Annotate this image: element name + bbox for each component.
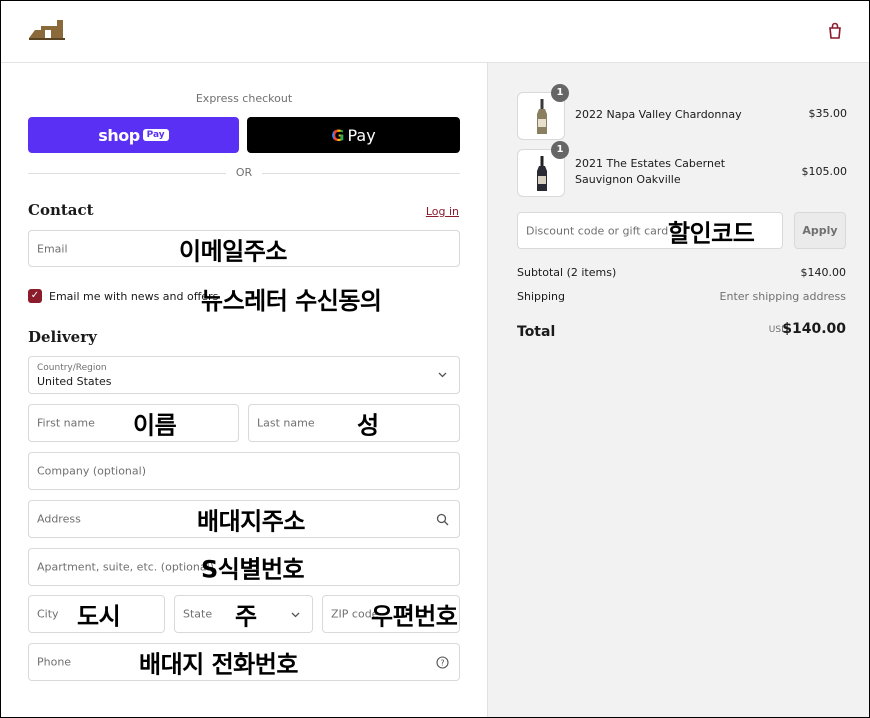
help-icon[interactable]: ? [436, 656, 449, 669]
shipping-row: Shipping Enter shipping address [517, 290, 846, 303]
country-label: Country/Region [37, 363, 107, 373]
subtotal-label: Subtotal (2 items) [517, 266, 617, 279]
or-divider: OR [28, 166, 460, 180]
last-name-placeholder: Last name [257, 416, 315, 430]
apartment-annotation: S식별번호 [201, 555, 305, 584]
shipping-value: Enter shipping address [719, 290, 846, 303]
chevron-down-icon [438, 372, 447, 378]
city-field[interactable]: City 도시 [28, 595, 165, 633]
shop-pay-button[interactable]: shop Pay [28, 117, 239, 153]
email-placeholder: Email [37, 242, 68, 255]
zip-field[interactable]: ZIP code 우편번호 [322, 595, 460, 633]
discount-annotation: 할인코드 [668, 219, 755, 247]
shop-pay-badge: Pay [142, 129, 169, 141]
quantity-badge: 1 [551, 84, 569, 102]
discount-placeholder: Discount code or gift card [526, 224, 669, 237]
total-value: $140.00 [782, 321, 846, 337]
first-name-annotation: 이름 [133, 411, 177, 440]
city-annotation: 도시 [77, 602, 121, 631]
company-placeholder: Company (optional) [37, 464, 146, 478]
quantity-badge: 1 [551, 141, 569, 159]
header [1, 1, 869, 63]
express-checkout-label: Express checkout [195, 92, 293, 105]
country-select[interactable]: Country/Region United States [28, 356, 460, 394]
subtotal-row: Subtotal (2 items) $140.00 [517, 266, 846, 279]
zip-annotation: 우편번호 [371, 602, 458, 631]
apply-button[interactable]: Apply [794, 212, 846, 249]
contact-heading: Contact [28, 201, 94, 219]
state-placeholder: State [183, 607, 213, 621]
state-annotation: 주 [235, 602, 257, 631]
phone-placeholder: Phone [37, 655, 72, 669]
product-price: $105.00 [801, 165, 848, 178]
product-name: 2021 The Estates Cabernet Sauvignon Oakv… [575, 157, 726, 186]
google-pay-button[interactable]: G Pay [247, 117, 460, 153]
address-field[interactable]: Address 배대지주소 [28, 500, 460, 538]
winery-logo[interactable] [27, 16, 67, 42]
address-placeholder: Address [37, 512, 81, 526]
order-summary: 1 2022 Napa Valley Chardonnay $35.00 1 2… [487, 63, 869, 717]
subtotal-value: $140.00 [800, 266, 847, 279]
search-icon [436, 513, 449, 526]
first-name-placeholder: First name [37, 416, 95, 430]
last-name-field[interactable]: Last name 성 [248, 404, 460, 442]
city-placeholder: City [37, 607, 59, 621]
address-annotation: 배대지주소 [197, 507, 305, 536]
google-pay-label: Pay [347, 125, 376, 145]
discount-code-field[interactable]: Discount code or gift card 할인코드 [517, 212, 783, 249]
line-item: 1 2022 Napa Valley Chardonnay $35.00 [517, 84, 848, 140]
email-field[interactable]: Email 이메일주소 [28, 230, 460, 267]
checkout-page: Express checkout shop Pay G Pay OR Conta… [0, 0, 870, 718]
divider-line [262, 173, 460, 174]
state-select[interactable]: State 주 [174, 595, 313, 633]
last-name-annotation: 성 [357, 411, 379, 440]
total-label: Total [517, 324, 556, 340]
apartment-field[interactable]: Apartment, suite, etc. (optional) S식별번호 [28, 548, 460, 586]
wine-bottle-icon [537, 156, 547, 191]
newsletter-checkbox[interactable]: ✓ [28, 289, 42, 303]
checkout-form: Express checkout shop Pay G Pay OR Conta… [1, 63, 487, 717]
company-field[interactable]: Company (optional) [28, 452, 460, 490]
login-link[interactable]: Log in [426, 205, 459, 218]
svg-text:?: ? [440, 659, 444, 668]
first-name-field[interactable]: First name 이름 [28, 404, 239, 442]
product-price: $35.00 [808, 107, 848, 120]
shop-pay-wordmark: shop [98, 125, 140, 145]
apartment-placeholder: Apartment, suite, etc. (optional) [37, 560, 214, 574]
newsletter-label: Email me with news and offers [49, 290, 219, 303]
total-row: Total USD $140.00 [517, 321, 846, 340]
chevron-down-icon [291, 612, 300, 618]
delivery-heading: Delivery [28, 328, 97, 346]
phone-annotation: 배대지 전화번호 [139, 650, 298, 679]
line-item: 1 2021 The Estates Cabernet Sauvignon Oa… [517, 141, 848, 197]
newsletter-annotation: 뉴스레터 수신동의 [201, 287, 382, 315]
shopping-bag-icon[interactable] [827, 22, 843, 40]
phone-field[interactable]: Phone 배대지 전화번호 ? [28, 643, 460, 681]
google-g-icon: G [331, 125, 345, 145]
product-name: 2022 Napa Valley Chardonnay [575, 108, 742, 121]
email-annotation: 이메일주소 [179, 237, 287, 265]
country-value: United States [37, 375, 112, 388]
wine-bottle-icon [537, 99, 547, 134]
shipping-label: Shipping [517, 290, 565, 303]
